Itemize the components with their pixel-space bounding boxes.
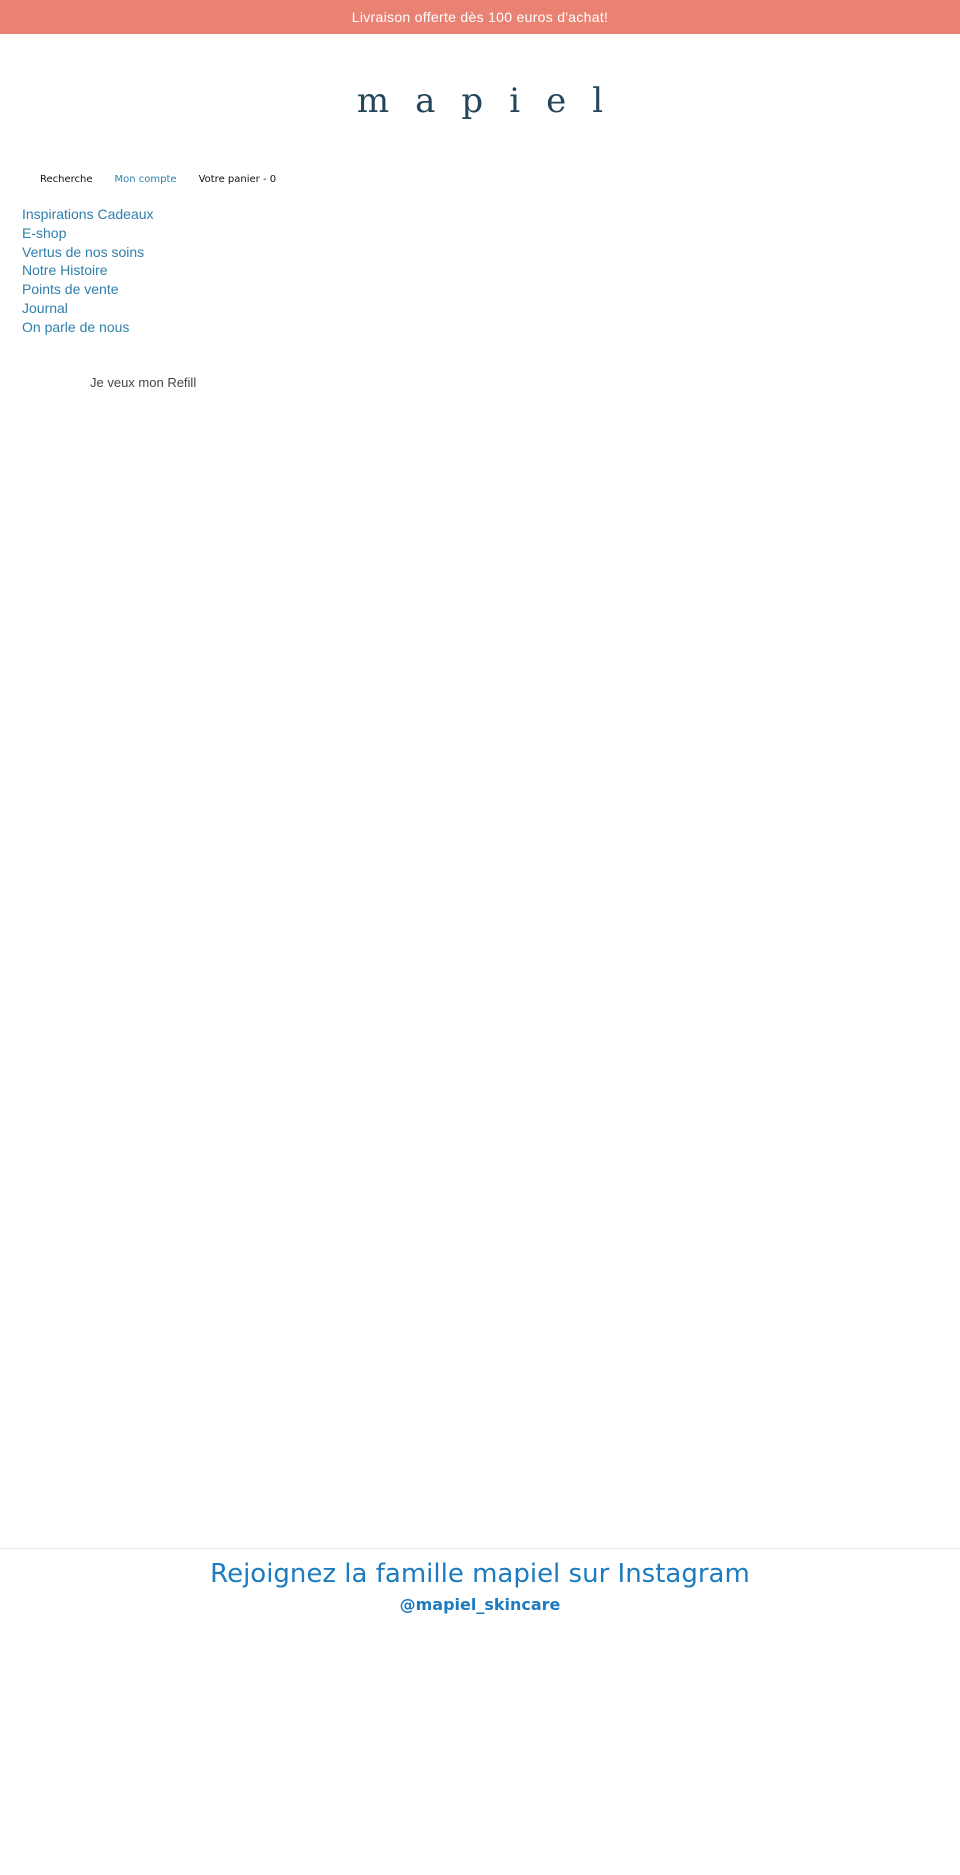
section-divider — [0, 1548, 960, 1549]
menu-item-on-parle-de-nous[interactable]: On parle de nous — [22, 318, 154, 337]
search-link[interactable]: Recherche — [40, 174, 93, 185]
menu-item-journal[interactable]: Journal — [22, 299, 154, 318]
instagram-handle-link[interactable]: @mapiel_skincare — [0, 1593, 960, 1617]
menu-item-notre-histoire[interactable]: Notre Histoire — [22, 261, 154, 280]
cart-link[interactable]: Votre panier - 0 — [199, 174, 277, 185]
announcement-text: Livraison offerte dès 100 euros d'achat! — [351, 9, 609, 25]
refill-link[interactable]: Je veux mon Refill — [90, 375, 196, 390]
announcement-bar: Livraison offerte dès 100 euros d'achat! — [0, 0, 960, 34]
account-link[interactable]: Mon compte — [115, 174, 177, 185]
instagram-title: Rejoignez la famille mapiel sur Instagra… — [210, 1559, 750, 1589]
top-nav: Recherche Mon compte Votre panier - 0 — [40, 174, 276, 185]
menu-item-e-shop[interactable]: E-shop — [22, 224, 154, 243]
main-menu: Inspirations Cadeaux E-shop Vertus de no… — [22, 205, 154, 337]
menu-item-points-de-vente[interactable]: Points de vente — [22, 280, 154, 299]
menu-item-vertus[interactable]: Vertus de nos soins — [22, 243, 154, 262]
brand-logo[interactable]: mapiel — [0, 78, 960, 124]
menu-item-inspirations-cadeaux[interactable]: Inspirations Cadeaux — [22, 205, 154, 224]
